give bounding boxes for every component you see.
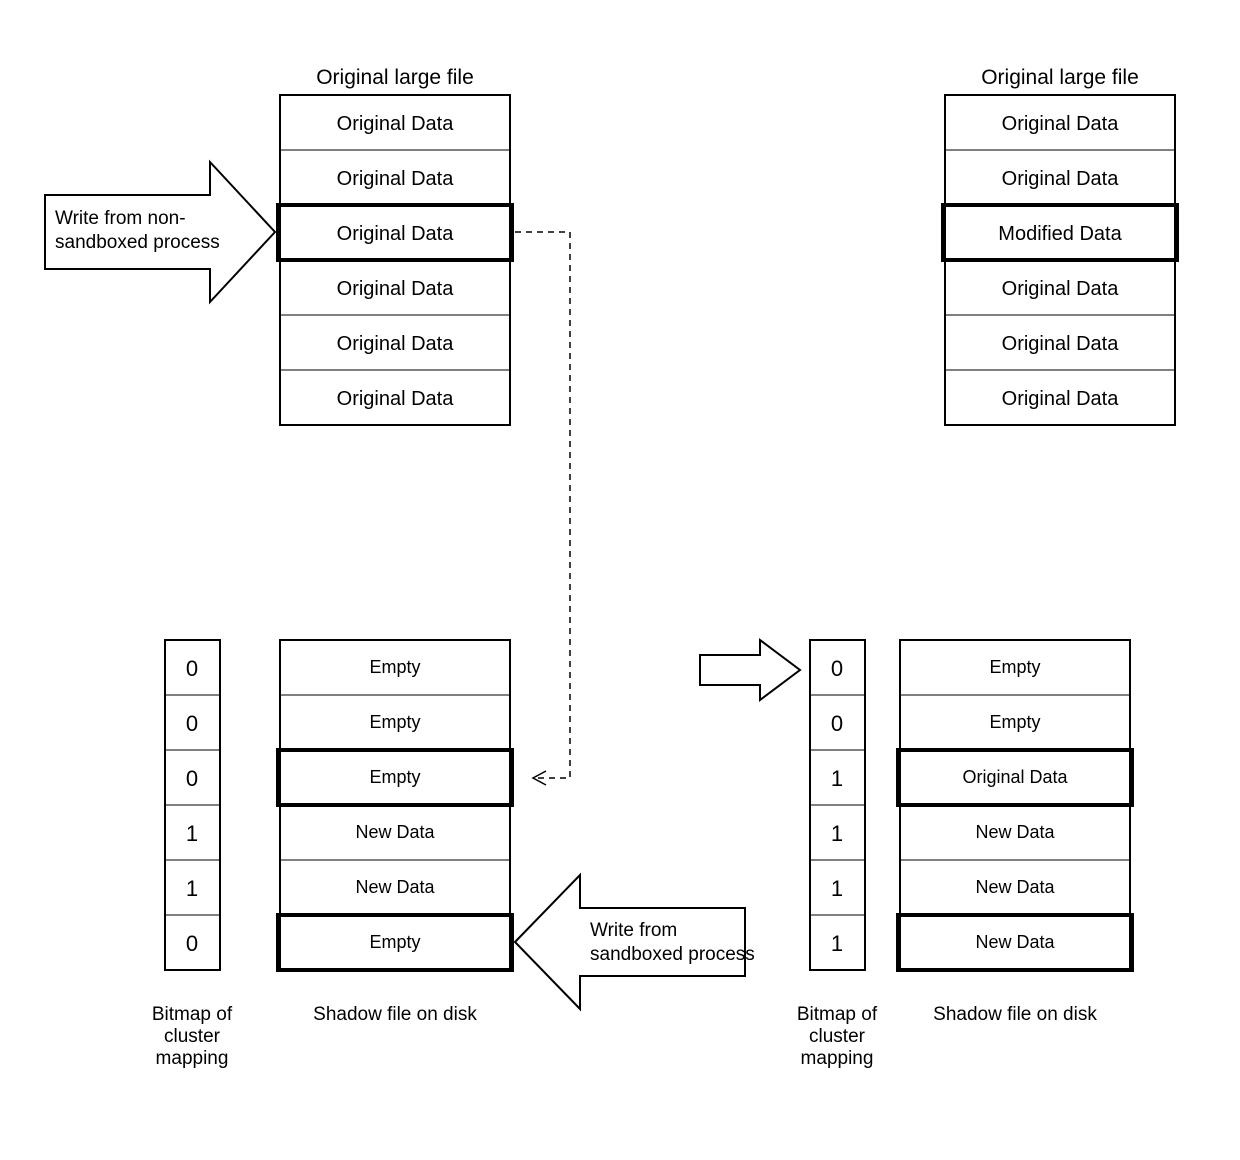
bl-row-0: Empty bbox=[369, 657, 420, 677]
br-row-2: Original Data bbox=[962, 767, 1068, 787]
bl-shadow-cap: Shadow file on disk bbox=[313, 1004, 477, 1025]
br-bitmap-cap-3: mapping bbox=[801, 1048, 874, 1069]
top-left-row-5: Original Data bbox=[337, 388, 455, 410]
top-right-row-2: Modified Data bbox=[998, 223, 1122, 245]
br-row-3: New Data bbox=[975, 822, 1055, 842]
arrow-sandboxed-label-2: sandboxed process bbox=[590, 944, 755, 965]
bl-bit-1: 0 bbox=[186, 711, 198, 736]
bl-bitmap-cap-3: mapping bbox=[156, 1048, 229, 1069]
dashed-connector bbox=[515, 232, 570, 785]
br-bitmap-cap-2: cluster bbox=[809, 1026, 866, 1047]
top-right-row-5: Original Data bbox=[1002, 388, 1120, 410]
br-bit-5: 1 bbox=[831, 931, 843, 956]
br-bitmap-cap-1: Bitmap of bbox=[797, 1004, 878, 1025]
arrow-nonsandboxed-label-2: sandboxed process bbox=[55, 232, 220, 253]
arrow-transition bbox=[700, 640, 800, 700]
top-left-row-2: Original Data bbox=[337, 223, 455, 245]
br-bit-1: 0 bbox=[831, 711, 843, 736]
top-left-title: Original large file bbox=[316, 66, 474, 89]
top-right-title: Original large file bbox=[981, 66, 1139, 89]
top-left-file: Original Data Original Data Original Dat… bbox=[278, 95, 512, 425]
bl-row-1: Empty bbox=[369, 712, 420, 732]
br-bit-4: 1 bbox=[831, 876, 843, 901]
br-shadow-cap: Shadow file on disk bbox=[933, 1004, 1097, 1025]
bl-bit-5: 0 bbox=[186, 931, 198, 956]
bl-row-3: New Data bbox=[355, 822, 435, 842]
top-left-row-1: Original Data bbox=[337, 168, 455, 190]
br-row-5: New Data bbox=[975, 932, 1055, 952]
bottom-left-shadow: Empty Empty Empty New Data New Data Empt… bbox=[278, 640, 512, 970]
arrow-nonsandboxed-label-1: Write from non- bbox=[55, 208, 186, 229]
br-bit-2: 1 bbox=[831, 766, 843, 791]
br-row-4: New Data bbox=[975, 877, 1055, 897]
bl-bit-4: 1 bbox=[186, 876, 198, 901]
bl-row-2: Empty bbox=[369, 767, 420, 787]
arrow-sandboxed: Write from sandboxed process bbox=[515, 875, 755, 1009]
bottom-left-bitmap: 0 0 0 1 1 0 bbox=[165, 640, 220, 970]
bl-row-5: Empty bbox=[369, 932, 420, 952]
top-right-row-0: Original Data bbox=[1002, 113, 1120, 135]
diagram: Original large file Original Data Origin… bbox=[0, 0, 1240, 1160]
br-bit-0: 0 bbox=[831, 656, 843, 681]
top-right-file: Original Data Original Data Modified Dat… bbox=[943, 95, 1177, 425]
top-left-row-3: Original Data bbox=[337, 278, 455, 300]
bottom-right-bitmap: 0 0 1 1 1 1 bbox=[810, 640, 865, 970]
bl-bit-3: 1 bbox=[186, 821, 198, 846]
top-right-row-3: Original Data bbox=[1002, 278, 1120, 300]
top-left-row-4: Original Data bbox=[337, 333, 455, 355]
top-right-row-1: Original Data bbox=[1002, 168, 1120, 190]
bl-bit-2: 0 bbox=[186, 766, 198, 791]
bl-row-4: New Data bbox=[355, 877, 435, 897]
br-bit-3: 1 bbox=[831, 821, 843, 846]
arrow-sandboxed-label-1: Write from bbox=[590, 920, 677, 941]
bl-bit-0: 0 bbox=[186, 656, 198, 681]
br-row-0: Empty bbox=[989, 657, 1040, 677]
bl-bitmap-cap-2: cluster bbox=[164, 1026, 221, 1047]
top-right-row-4: Original Data bbox=[1002, 333, 1120, 355]
arrow-nonsandboxed: Write from non- sandboxed process bbox=[45, 162, 275, 302]
top-left-row-0: Original Data bbox=[337, 113, 455, 135]
bl-bitmap-cap-1: Bitmap of bbox=[152, 1004, 233, 1025]
bottom-right-shadow: Empty Empty Original Data New Data New D… bbox=[898, 640, 1132, 970]
br-row-1: Empty bbox=[989, 712, 1040, 732]
